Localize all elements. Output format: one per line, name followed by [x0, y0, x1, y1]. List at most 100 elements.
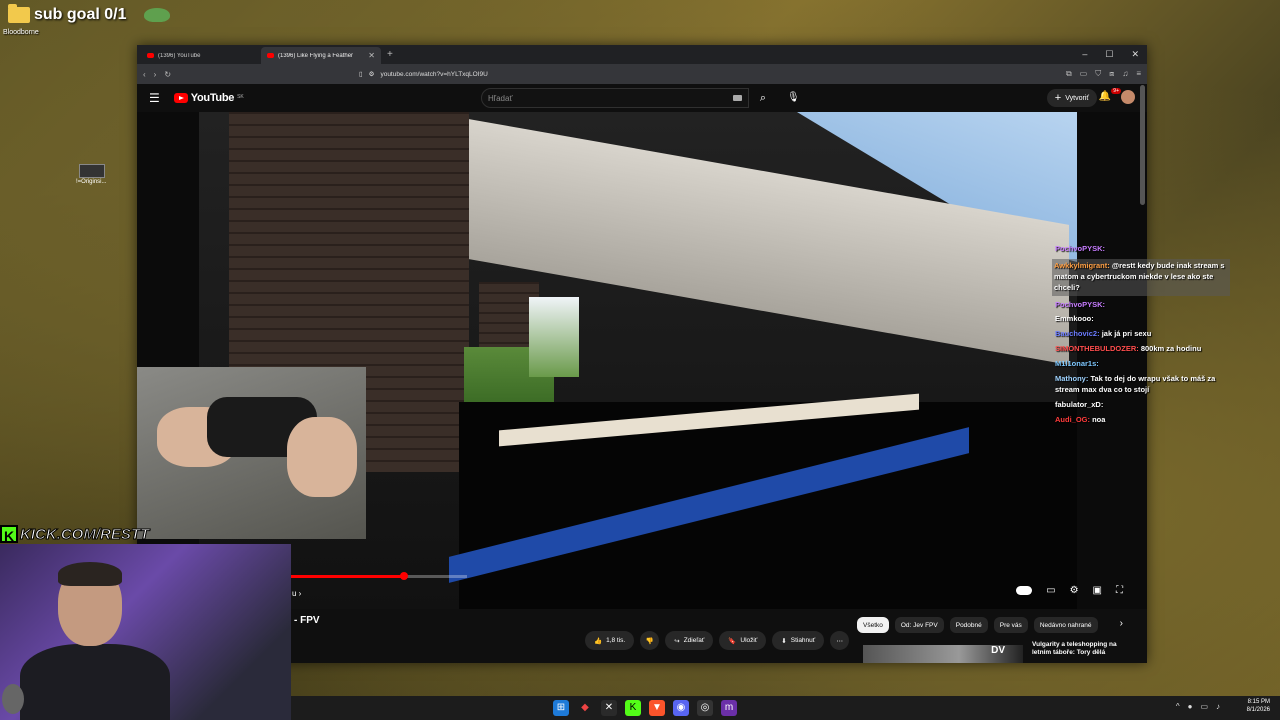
scrubber-handle[interactable] [399, 572, 408, 580]
subtitles-icon[interactable]: ▭ [1046, 585, 1055, 596]
map-pin-icon[interactable]: ◆ [577, 700, 593, 716]
chat-username[interactable]: Mathony: [1055, 374, 1088, 383]
like-button[interactable]: 👍 1,8 tis. [585, 631, 635, 650]
browser-toolbar: ‹ › ↻ ▯ ⚙ youtube.com/watch?v=hYLTxqLOI9… [137, 64, 1147, 84]
chat-username[interactable]: M1l1onar1s: [1055, 359, 1099, 368]
tab-video[interactable]: (1396) Like Flying a Feather ✕ [261, 47, 381, 64]
youtube-logo[interactable]: YouTube SK [173, 92, 244, 104]
app-icon[interactable]: m [721, 700, 737, 716]
translate-icon[interactable]: ⧉ [1066, 69, 1072, 79]
microphone-icon[interactable]: 🎙 [787, 88, 800, 108]
address-bar[interactable]: ▯ ⚙ youtube.com/watch?v=hYLTxqLOI9U [179, 70, 1058, 79]
chat-message: Bauchovic2: jak já pri sexu [1055, 329, 1230, 340]
create-button[interactable]: + Vytvoriť [1046, 89, 1097, 107]
extensions-icon[interactable]: ⧈ [1109, 69, 1114, 79]
kick-url: KICK.COM/RESTT [19, 525, 150, 543]
recommended-title[interactable]: Vulgarity a teleshopping na letním táboř… [1032, 641, 1132, 658]
share-button[interactable]: ↪ Zdieľať [665, 631, 714, 650]
close-tab-icon[interactable]: ✕ [368, 51, 375, 60]
clock[interactable]: 8:15 PM 8/1/2026 [1247, 699, 1270, 715]
media-icon[interactable]: ♫ [1122, 69, 1128, 79]
miniplayer-icon[interactable]: ▣ [1093, 585, 1102, 596]
chip-for-you[interactable]: Pre vás [993, 617, 1028, 633]
url-text: youtube.com/watch?v=hYLTxqLOI9U [380, 70, 488, 78]
youtube-favicon-icon [267, 53, 274, 58]
brave-browser-icon[interactable]: ▼ [649, 700, 665, 716]
chat-username[interactable]: PochvoPYSK: [1055, 244, 1105, 253]
thumbs-up-icon: 👍 [594, 637, 603, 645]
filter-chips: Všetko Od: Jev FPV Podobné Pre vás Nedáv… [857, 617, 1098, 633]
progress-bar[interactable] [291, 572, 467, 580]
chip-from-channel[interactable]: Od: Jev FPV [894, 617, 944, 633]
new-tab-button[interactable]: + [387, 49, 393, 60]
chat-username[interactable]: Audi_OG: [1055, 415, 1090, 424]
chip-all[interactable]: Všetko [857, 617, 889, 633]
chat-username[interactable]: PochvoPYSK: [1055, 300, 1105, 309]
webcam-feed [0, 544, 291, 720]
chat-username[interactable]: SIMONTHEBULDOZER: [1055, 344, 1139, 353]
system-tray: ^ ● ▭ ♪ [1176, 702, 1220, 711]
chat-message: SIMONTHEBULDOZER: 800km za hodinu [1055, 344, 1230, 355]
page-scrollbar[interactable] [1140, 85, 1145, 205]
download-button[interactable]: ⬇ Stiahnuť [772, 631, 825, 650]
forward-icon[interactable]: › [154, 70, 157, 79]
microphone-icon[interactable]: ● [1188, 702, 1193, 711]
desktop-icon-label[interactable]: Bloodborne [3, 29, 39, 36]
bell-icon[interactable]: 🔔 [1099, 91, 1111, 102]
kick-app-icon[interactable]: K [625, 700, 641, 716]
chat-username[interactable]: Bauchovic2: [1055, 329, 1100, 338]
xbox-icon[interactable]: ✕ [601, 700, 617, 716]
chat-username[interactable]: fabulator_xD: [1055, 400, 1103, 409]
sub-goal-text: sub goal 0/1 [34, 6, 127, 23]
network-icon[interactable]: ▭ [1200, 702, 1208, 711]
video-player[interactable]: ▭ ⚙ ▣ ⛶ [137, 112, 1147, 609]
save-button[interactable]: 🔖 Uložiť [719, 631, 767, 650]
search-icon[interactable]: ⌕ [750, 88, 776, 108]
recommended-thumbnail[interactable]: DV [863, 645, 1023, 663]
keyboard-icon[interactable] [733, 95, 742, 101]
dislike-button[interactable]: 👎 [640, 631, 660, 650]
chat-text: noa [1092, 414, 1106, 424]
share-icon: ↪ [674, 637, 680, 645]
start-menu-icon[interactable]: ⊞ [553, 700, 569, 716]
chat-message: Audi_OG: noa [1055, 415, 1230, 426]
folder-icon[interactable] [8, 4, 30, 23]
more-actions-button[interactable]: ⋯ [830, 631, 850, 650]
chip-related[interactable]: Podobné [949, 617, 988, 633]
discord-icon[interactable]: ◉ [673, 700, 689, 716]
chat-username[interactable]: Awkkylmigrant: [1054, 261, 1110, 270]
desktop-shortcut-icon[interactable] [79, 164, 105, 178]
desktop-shortcut-label[interactable]: !=Originsi... [76, 179, 107, 185]
autoplay-toggle[interactable] [1016, 586, 1033, 595]
maximize-button[interactable]: ☐ [1105, 49, 1113, 60]
bookmark-icon: 🔖 [728, 637, 737, 645]
reload-icon[interactable]: ↻ [164, 70, 171, 79]
avatar[interactable] [1121, 90, 1135, 104]
chat-message: Mathony: Tak to dej do wrapu však to máš… [1055, 374, 1230, 396]
video-title: - FPV [294, 615, 320, 626]
chrome-icon[interactable]: ◎ [697, 700, 713, 716]
shield-icon[interactable]: ⛉ [1095, 69, 1101, 79]
site-info-icon[interactable]: ⚙ [369, 70, 375, 78]
bookmark-icon[interactable]: ▯ [359, 70, 363, 78]
close-window-button[interactable]: ✕ [1131, 49, 1139, 60]
volume-icon[interactable]: ♪ [1216, 702, 1220, 711]
chevron-right-icon[interactable]: › [1120, 618, 1123, 629]
minimize-button[interactable]: – [1082, 49, 1087, 60]
screen-cast-icon[interactable]: ▭ [1080, 69, 1088, 79]
toolbar-extensions: ⧉ ▭ ⛉ ⧈ ♫ ≡ [1066, 69, 1141, 79]
back-icon[interactable]: ‹ [143, 70, 146, 79]
browser-menu-icon[interactable]: ≡ [1136, 69, 1141, 79]
hamburger-menu-icon[interactable]: ☰ [149, 91, 160, 105]
title-arrow[interactable]: u › [292, 589, 301, 598]
search-input[interactable]: Hľadať [481, 88, 749, 108]
like-count: 1,8 tis. [606, 637, 626, 644]
fullscreen-icon[interactable]: ⛶ [1116, 585, 1123, 596]
search-placeholder: Hľadať [488, 93, 513, 103]
youtube-logo-icon [173, 93, 188, 103]
tab-youtube-home[interactable]: (1396) YouTube [141, 47, 261, 64]
hand-right [287, 417, 357, 497]
chip-recent[interactable]: Nedávno nahrané [1033, 617, 1098, 633]
chevron-up-icon[interactable]: ^ [1176, 702, 1180, 711]
settings-gear-icon[interactable]: ⚙ [1070, 585, 1079, 596]
